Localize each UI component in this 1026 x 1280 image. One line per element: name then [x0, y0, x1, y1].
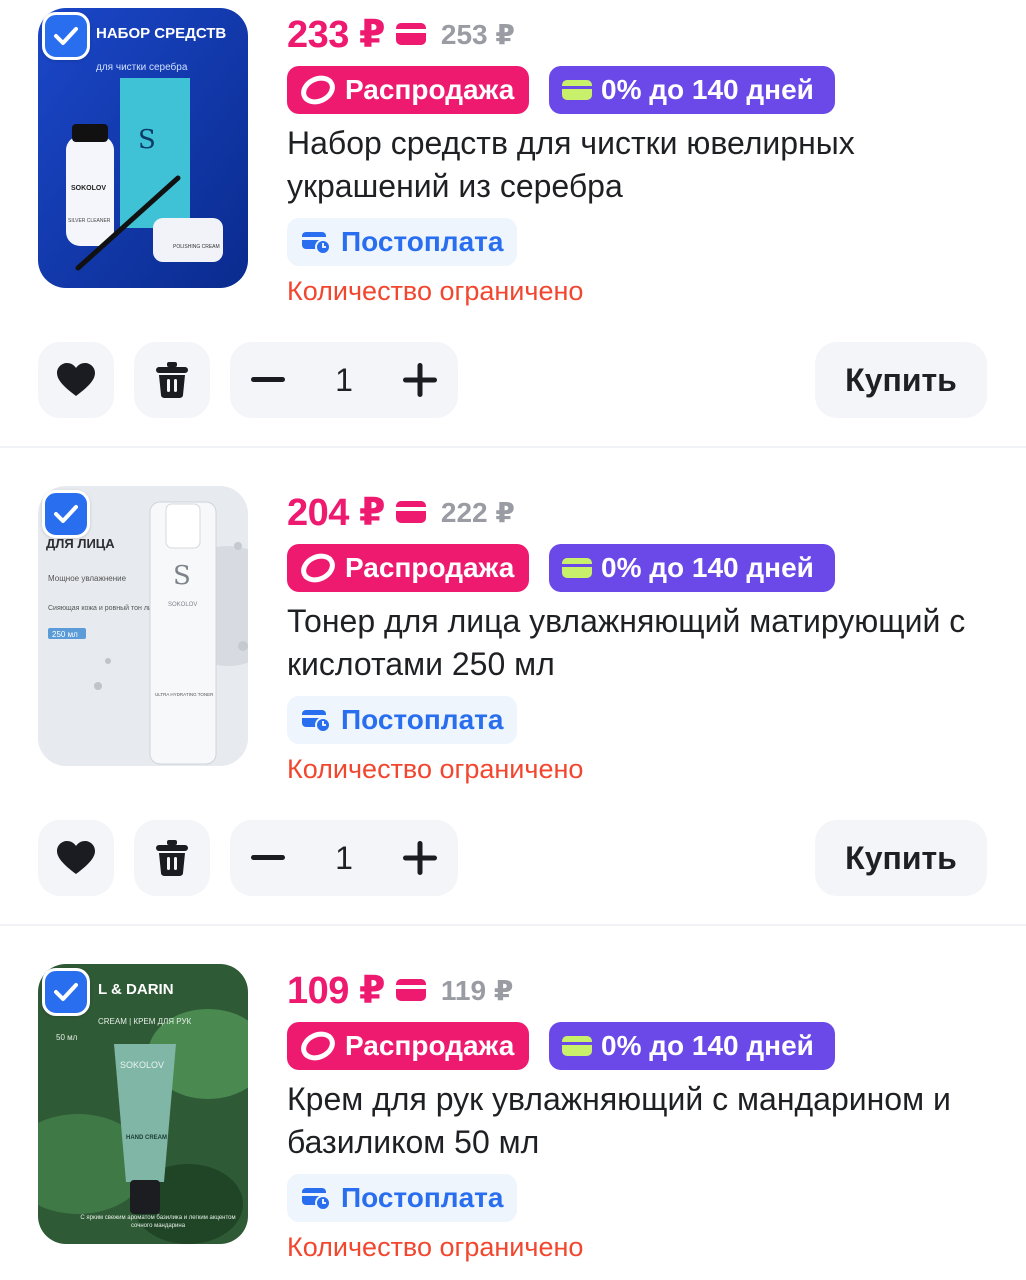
installment-card-icon	[561, 78, 593, 102]
increase-button[interactable]	[398, 836, 442, 880]
bottle-label: SILVER CLEANER	[68, 218, 111, 224]
bottle-brand: SOKOLOV	[168, 602, 197, 608]
limited-stock-notice: Количество ограничено	[287, 276, 584, 306]
sale-badge-label: Распродажа	[345, 1030, 515, 1061]
old-price: 119 ₽	[440, 974, 514, 1006]
image-volume: 250 мл	[52, 630, 78, 639]
favorite-button[interactable]	[38, 342, 114, 418]
image-subline: CREAM | КРЕМ ДЛЯ РУК	[98, 1017, 192, 1026]
price-row: 204 ₽ 222 ₽	[287, 486, 515, 538]
product-title[interactable]: Тонер для лица увлажняющий матирующий с …	[287, 600, 1007, 686]
installment-card-icon	[561, 1034, 593, 1058]
sale-badge: Распродажа	[287, 1022, 529, 1070]
postpay-icon	[301, 229, 331, 255]
image-headline: L & DARIN	[98, 981, 174, 998]
bottle-label: ULTRA HYDRATING TONER	[155, 692, 214, 697]
card-price-icon	[395, 978, 427, 1002]
installment-badge-label: 0% до 140 дней	[601, 74, 814, 105]
trash-icon	[156, 362, 188, 398]
postpay-badge: Постоплата	[287, 1174, 517, 1222]
sale-icon	[299, 553, 337, 583]
postpay-label: Постоплата	[341, 226, 504, 257]
minus-icon	[251, 377, 285, 382]
quantity-value: 1	[335, 361, 353, 398]
badges: Распродажа 0% до 140 дней	[287, 1022, 835, 1070]
tube-brand: SOKOLOV	[120, 1060, 164, 1070]
delete-button[interactable]	[134, 342, 210, 418]
card-price-icon	[395, 22, 427, 46]
image-headline: ДЛЯ ЛИЦА	[46, 536, 115, 551]
price-row: 109 ₽ 119 ₽	[287, 964, 513, 1016]
buy-button[interactable]: Купить	[815, 342, 987, 418]
divider	[0, 924, 1026, 926]
image-line2: Сияющая кожа и ровный тон лица	[48, 604, 160, 612]
image-line1: Мощное увлажнение	[48, 574, 127, 583]
old-price: 222 ₽	[440, 496, 515, 528]
svg-text:S: S	[173, 561, 191, 591]
item-actions: 1 Купить	[0, 342, 1026, 418]
postpay-label: Постоплата	[341, 1182, 504, 1213]
card-price-icon	[395, 500, 427, 524]
check-icon	[54, 983, 78, 1001]
select-checkbox[interactable]	[42, 12, 90, 60]
heart-icon	[57, 841, 95, 874]
image-volume: 50 мл	[56, 1033, 78, 1042]
bottle-brand: SOKOLOV	[71, 185, 106, 192]
sale-icon	[299, 75, 337, 105]
installment-badge: 0% до 140 дней	[549, 66, 835, 114]
decrease-button[interactable]	[246, 358, 290, 402]
select-checkbox[interactable]	[42, 490, 90, 538]
postpay-icon	[301, 707, 331, 733]
divider	[0, 446, 1026, 448]
tube-label: HAND CREAM	[126, 1135, 167, 1141]
installment-badge: 0% до 140 дней	[549, 1022, 835, 1070]
check-icon	[54, 505, 78, 523]
postpay-icon	[301, 1185, 331, 1211]
plus-icon	[402, 363, 437, 397]
current-price: 233 ₽	[287, 13, 385, 56]
jar-label: POLISHING CREAM	[173, 244, 220, 250]
installment-badge: 0% до 140 дней	[549, 544, 835, 592]
heart-icon	[57, 363, 95, 396]
badges: Распродажа 0% до 140 дней	[287, 544, 835, 592]
product-title[interactable]: Крем для рук увлажняющий с мандарином и …	[287, 1078, 1007, 1164]
increase-button[interactable]	[398, 358, 442, 402]
decrease-button[interactable]	[246, 836, 290, 880]
minus-icon	[251, 855, 285, 860]
item-actions: 1 Купить	[0, 820, 1026, 896]
quantity-value: 1	[335, 839, 353, 876]
trash-icon	[156, 840, 188, 876]
installment-badge-label: 0% до 140 дней	[601, 1030, 814, 1061]
sale-badge-label: Распродажа	[345, 74, 515, 105]
current-price: 109 ₽	[287, 969, 385, 1012]
quantity-stepper: 1	[230, 342, 458, 418]
postpay-badge: Постоплата	[287, 696, 517, 744]
image-headline: НАБОР СРЕДСТВ	[96, 25, 226, 42]
delete-button[interactable]	[134, 820, 210, 896]
check-icon	[54, 27, 78, 45]
quantity-stepper: 1	[230, 820, 458, 896]
sale-badge-label: Распродажа	[345, 552, 515, 583]
price-row: 233 ₽ 253 ₽	[287, 8, 515, 60]
installment-badge-label: 0% до 140 дней	[601, 552, 814, 583]
buy-button[interactable]: Купить	[815, 820, 987, 896]
sale-badge: Распродажа	[287, 66, 529, 114]
badges: Распродажа 0% до 140 дней	[287, 66, 835, 114]
limited-stock-notice: Количество ограничено	[287, 754, 584, 784]
limited-stock-notice: Количество ограничено	[287, 1232, 584, 1262]
postpay-label: Постоплата	[341, 704, 504, 735]
installment-card-icon	[561, 556, 593, 580]
old-price: 253 ₽	[440, 18, 515, 50]
sale-icon	[299, 1031, 337, 1061]
select-checkbox[interactable]	[42, 968, 90, 1016]
product-title[interactable]: Набор средств для чистки ювелирных украш…	[287, 122, 1007, 208]
sale-badge: Распродажа	[287, 544, 529, 592]
image-subline: для чистки серебра	[96, 61, 188, 73]
image-caption: С ярким свежим ароматом базилика и легки…	[80, 1215, 236, 1229]
current-price: 204 ₽	[287, 491, 385, 534]
favorite-button[interactable]	[38, 820, 114, 896]
svg-text:S: S	[138, 125, 156, 155]
postpay-badge: Постоплата	[287, 218, 517, 266]
plus-icon	[402, 841, 437, 875]
